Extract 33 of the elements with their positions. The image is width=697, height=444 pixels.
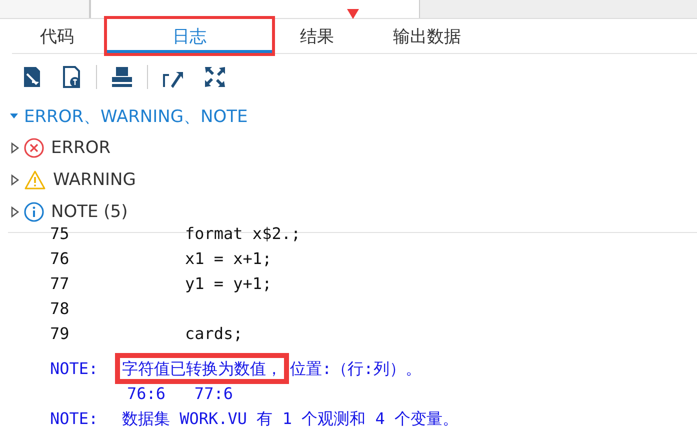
tab[interactable]: 日志 — [107, 19, 272, 53]
caret-icon — [10, 112, 18, 120]
note-message: 字符值已转换为数值， — [118, 356, 286, 381]
line-number: 78 — [50, 298, 70, 320]
tree-item[interactable]: WARNING — [10, 164, 697, 196]
tree-item[interactable]: ERROR — [10, 132, 697, 164]
tree-item-label: WARNING — [53, 170, 136, 190]
note-position: 76:6 77:6 — [126, 383, 234, 405]
code-line: x1 = x+1; — [185, 248, 272, 270]
warning-icon — [24, 170, 46, 190]
expand-arrows-icon — [204, 66, 226, 88]
info-icon — [24, 202, 44, 222]
summary-header[interactable]: ERROR、WARNING、NOTE — [10, 100, 697, 132]
code-line: cards; — [185, 323, 243, 345]
printer-icon — [111, 66, 133, 88]
line-number: 76 — [50, 248, 70, 270]
document-edit-icon — [22, 66, 42, 88]
tree-item-label: ERROR — [51, 138, 111, 158]
triangle-marker-icon — [347, 9, 359, 19]
error-icon — [24, 138, 44, 158]
note-label: NOTE: — [50, 358, 100, 380]
program-tab[interactable] — [90, 0, 420, 18]
tree-item-label: NOTE (5) — [51, 202, 128, 222]
tab[interactable]: 结果 — [272, 19, 362, 53]
code-line: y1 = y+1; — [185, 273, 272, 295]
line-number: 77 — [50, 273, 70, 295]
note-message: 数据集 WORK.VU 有 1 个观测和 4 个变量。 — [121, 408, 460, 430]
note-label: NOTE: — [50, 408, 100, 430]
summary-title: ERROR、WARNING、NOTE — [24, 106, 248, 128]
tab[interactable]: 输出数据 — [362, 19, 492, 53]
line-number: 79 — [50, 323, 70, 345]
tab[interactable]: 代码 — [12, 19, 102, 53]
note-message: 位置:（行:列）。 — [289, 358, 422, 380]
